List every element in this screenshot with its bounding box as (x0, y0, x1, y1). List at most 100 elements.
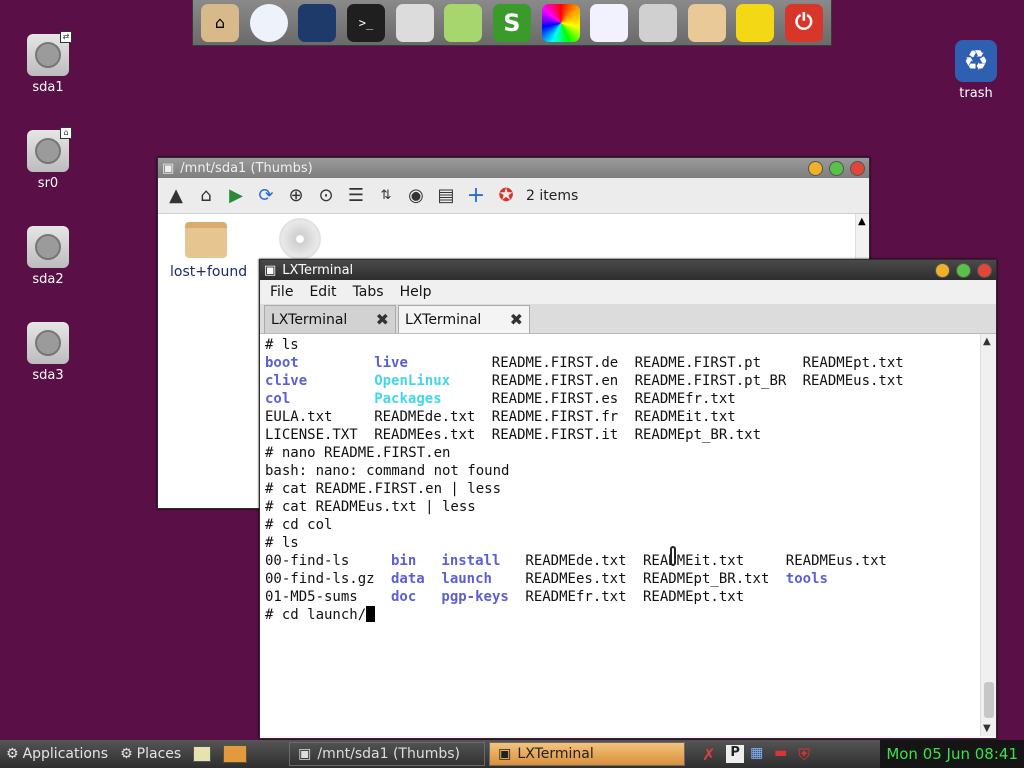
top-dock: ⌂ >_ S ⏻ (192, 0, 832, 46)
places-label: Places (136, 746, 182, 762)
disc-icon (279, 218, 321, 260)
network-off-icon[interactable]: ✗ (702, 745, 720, 764)
desktop-icon-label: sda1 (32, 80, 64, 95)
network-icon[interactable]: ▦ (750, 745, 768, 763)
help-lifebuoy-icon[interactable]: ✪ (494, 184, 518, 208)
home-icon[interactable]: ⌂ (194, 184, 218, 208)
home-folder-icon[interactable]: ⌂ (201, 3, 239, 42)
minimize-button[interactable] (808, 160, 823, 176)
terminal-line: # cd launch/ (265, 606, 904, 624)
terminal-tab-2[interactable]: LXTerminal ✖ (398, 305, 530, 333)
task-label: /mnt/sda1 (Thumbs) (317, 746, 460, 762)
terminal-cell: READMEpt.txt (802, 355, 904, 371)
terminal-cell: col (265, 391, 291, 407)
desktop-icon-sda3[interactable]: sda3 (13, 322, 83, 383)
shield-icon[interactable]: ⛨ (798, 745, 816, 764)
applications-label: Applications (22, 746, 109, 762)
chat-icon[interactable] (298, 3, 337, 42)
terminal-icon[interactable]: >_ (346, 3, 385, 42)
file-item-thumb[interactable] (276, 218, 324, 260)
close-tab-icon[interactable]: ✖ (376, 310, 389, 329)
desktop-icon-trash[interactable]: ♻ trash (941, 40, 1011, 101)
clock: Mon 05 Jun 08:41 (880, 740, 1024, 768)
terminal-cell: READMEfr.txt (525, 589, 627, 605)
monitor-icon[interactable] (395, 3, 434, 42)
desktop-icon-sda1[interactable]: ⇄ sda1 (13, 31, 83, 95)
terminal-scrollbar[interactable]: ▲ ▼ (980, 334, 996, 736)
desktop-icon-sr0[interactable]: ⌂ sr0 (13, 127, 83, 191)
details-view-icon[interactable]: ▤ (434, 184, 458, 208)
writer-icon[interactable] (444, 3, 483, 42)
terminal-cell: # ls (265, 535, 299, 551)
color-picker-icon[interactable] (541, 3, 580, 42)
hard-drive-icon (27, 226, 69, 268)
terminal-cell: READMEus.txt (785, 553, 887, 569)
show-desktop-button[interactable] (187, 740, 217, 768)
terminal-cell: README.FIRST.pt (634, 355, 762, 371)
menu-help[interactable]: Help (400, 284, 432, 300)
terminal-titlebar[interactable]: ▣ LXTerminal (260, 260, 996, 280)
terminal-output[interactable]: # ls boot live README.FIRST.de README.FIRST.… (260, 334, 996, 736)
terminal-line: # cd col (265, 516, 904, 534)
close-button[interactable] (850, 160, 865, 176)
window-icon: ▣ (162, 160, 175, 176)
terminal-cell: install (441, 553, 501, 569)
places-icon: ⚙ (120, 746, 133, 762)
zoom-fit-icon[interactable]: ⊙ (314, 184, 338, 208)
menu-tabs[interactable]: Tabs (353, 284, 384, 300)
folder-icon[interactable] (687, 3, 726, 42)
file-manager-launcher[interactable] (217, 740, 253, 768)
close-button[interactable] (977, 262, 992, 278)
scrollbar-thumb[interactable] (984, 682, 994, 718)
optical-drive-icon: ⌂ (27, 127, 72, 172)
terminal-tab-1[interactable]: LXTerminal ✖ (264, 305, 396, 333)
plus-icon[interactable]: + (464, 183, 488, 208)
sort-icon[interactable]: ⇅ (374, 184, 398, 208)
list-view-icon[interactable]: ☰ (344, 184, 368, 208)
zoom-in-icon[interactable]: ⊕ (284, 184, 308, 208)
scroll-down-icon[interactable]: ▼ (983, 723, 991, 734)
play-icon[interactable]: ▶ (224, 184, 248, 208)
applications-menu[interactable]: ⚙ Applications (0, 740, 114, 768)
close-tab-icon[interactable]: ✖ (510, 310, 523, 329)
menu-file[interactable]: File (270, 284, 293, 300)
file-manager-titlebar[interactable]: ▣ /mnt/sda1 (Thumbs) (158, 158, 869, 178)
scroll-up-icon[interactable]: ▲ (983, 336, 991, 347)
terminal-cell: bash: nano: command not found (265, 463, 510, 479)
hard-drive-icon: ⇄ (27, 31, 72, 76)
places-menu[interactable]: ⚙ Places (114, 740, 187, 768)
removable-drive-icon[interactable]: ▬ (774, 745, 792, 763)
terminal-line: clive OpenLinux README.FIRST.en README.FIRS… (265, 372, 904, 390)
file-item-lost-found[interactable]: lost+found (170, 222, 247, 280)
cloud-icon[interactable] (249, 3, 288, 42)
terminal-cell: # cd col (265, 517, 333, 533)
up-arrow-icon[interactable]: ▲ (164, 184, 188, 208)
task-file-manager[interactable]: ▣ /mnt/sda1 (Thumbs) (289, 742, 486, 766)
terminal-cell: READMEit.txt (634, 409, 736, 425)
terminal-cell: doc (391, 589, 417, 605)
desktop-icon-label: trash (959, 86, 993, 101)
terminal-title: LXTerminal (282, 262, 354, 278)
minimize-button[interactable] (935, 262, 950, 278)
parking-icon[interactable]: P (726, 745, 745, 763)
spreadsheet-icon[interactable]: S (492, 3, 531, 42)
document-icon[interactable] (590, 3, 629, 42)
terminal-line: boot live README.FIRST.de README.FIRST.pt RE… (265, 354, 904, 372)
terminal-cell: # ls (265, 337, 299, 353)
maximize-button[interactable] (829, 160, 844, 176)
desktop-icon-sda2[interactable]: sda2 (13, 226, 83, 287)
power-icon[interactable]: ⏻ (784, 3, 823, 42)
eye-icon[interactable]: ◉ (404, 184, 428, 208)
maximize-button[interactable] (956, 262, 971, 278)
mixer-icon[interactable] (638, 3, 677, 42)
refresh-icon[interactable]: ⟳ (254, 184, 278, 208)
task-terminal[interactable]: ▣ LXTerminal (489, 742, 686, 766)
hard-drive-icon (27, 322, 69, 364)
terminal-line: # nano README.FIRST.en (265, 444, 904, 462)
tab-label: LXTerminal (271, 311, 348, 328)
desktop-icon-label: sda2 (32, 272, 64, 287)
terminal-cell: README.FIRST.es (491, 391, 619, 407)
menu-edit[interactable]: Edit (309, 284, 336, 300)
draw-icon[interactable] (736, 3, 775, 42)
terminal-line: # ls (265, 534, 904, 552)
